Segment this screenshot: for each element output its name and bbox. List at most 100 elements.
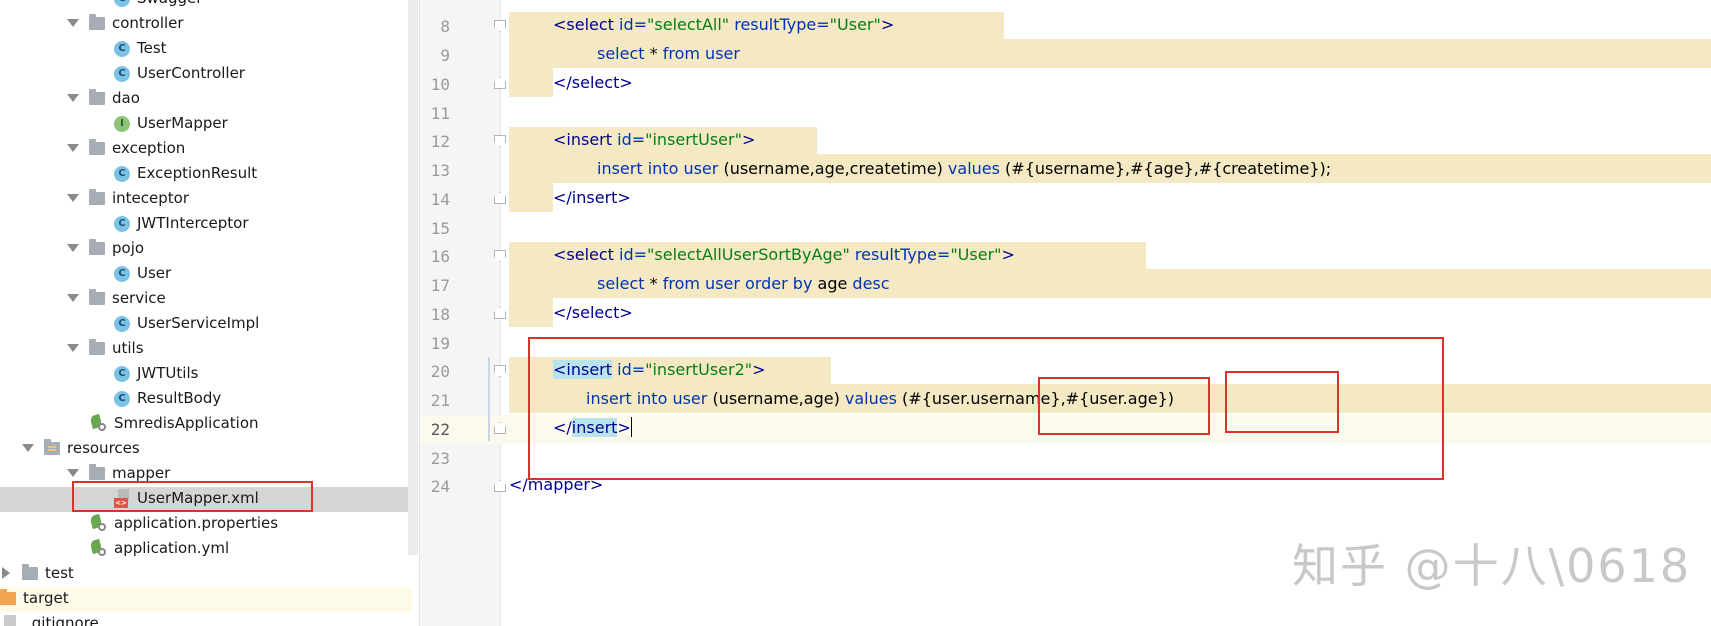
fold-open-icon[interactable] <box>494 365 506 377</box>
collapse-arrow-icon[interactable] <box>67 294 79 302</box>
code-line-17[interactable]: select * from user order by age desc <box>597 274 890 293</box>
tree-item[interactable]: inteceptor <box>0 187 412 212</box>
tree-item[interactable]: C Swagger <box>0 0 412 12</box>
tree-item[interactable]: utils <box>0 337 412 362</box>
tree-item-label: SmredisApplication <box>114 414 259 432</box>
tree-item[interactable]: pojo <box>0 237 412 262</box>
tree-item[interactable]: application.yml <box>0 537 412 562</box>
tree-item-label: test <box>45 564 74 582</box>
sql-keyword: desc <box>852 274 890 293</box>
tree-item[interactable]: C UserServiceImpl <box>0 312 412 337</box>
fold-close-icon[interactable] <box>494 192 506 204</box>
code-line-8[interactable]: <select id="selectAll" resultType="User"… <box>553 15 894 34</box>
code-line-16[interactable]: <select id="selectAllUserSortByAge" resu… <box>553 245 1015 264</box>
collapse-arrow-icon[interactable] <box>67 344 79 352</box>
class-icon: C <box>114 366 130 382</box>
fold-close-icon[interactable] <box>494 480 506 492</box>
code-line-9[interactable]: select * from user <box>597 44 740 63</box>
file-icon <box>4 615 16 626</box>
line-number: 18 <box>430 305 450 324</box>
tree-item[interactable]: dao <box>0 87 412 112</box>
resources-folder-icon <box>44 439 60 455</box>
fold-close-icon[interactable] <box>494 307 506 319</box>
package-folder-icon <box>89 339 105 355</box>
highlight-band <box>509 183 553 212</box>
collapse-arrow-icon[interactable] <box>67 469 79 477</box>
highlight-band <box>509 68 553 97</box>
spring-boot-class-icon <box>91 415 106 431</box>
line-number: 21 <box>430 391 450 410</box>
tree-item[interactable]: C JWTInterceptor <box>0 212 412 237</box>
sql-table: user <box>683 159 719 178</box>
class-icon: C <box>114 391 130 407</box>
fold-open-icon[interactable] <box>494 250 506 262</box>
tree-item[interactable]: service <box>0 287 412 312</box>
code-line-13[interactable]: insert into user (username,age,createtim… <box>597 159 1331 178</box>
collapse-arrow-icon[interactable] <box>67 244 79 252</box>
project-tree: C Swagger controller C Test C UserController da… <box>0 0 412 626</box>
tree-item[interactable]: C Test <box>0 37 412 62</box>
class-icon: C <box>114 216 130 232</box>
tree-item-label: User <box>137 264 172 282</box>
tree-item[interactable]: target <box>0 587 412 612</box>
tree-item-label: ResultBody <box>137 389 222 407</box>
sql-text: (#{username},#{age},#{createtime}); <box>999 159 1332 178</box>
xml-tag: > <box>741 130 756 149</box>
sql-table: user <box>705 274 740 293</box>
expand-arrow-icon[interactable] <box>2 567 10 579</box>
sql-text: * <box>644 274 663 293</box>
xml-tag: <select <box>553 245 614 264</box>
code-line-12[interactable]: <insert id="insertUser"> <box>553 130 755 149</box>
tree-item[interactable]: resources <box>0 437 412 462</box>
annotation-box-age <box>1225 371 1339 433</box>
tree-item-label: mapper <box>112 464 171 482</box>
class-icon: C <box>114 316 130 332</box>
xml-string: "insertUser" <box>645 130 742 149</box>
tree-item[interactable]: C UserController <box>0 62 412 87</box>
tree-item[interactable]: test <box>0 562 412 587</box>
code-line-10[interactable]: </select> <box>553 73 633 92</box>
sql-text: age <box>812 274 853 293</box>
line-number: 11 <box>430 104 450 123</box>
fold-close-icon[interactable] <box>494 422 506 434</box>
sql-keyword: values <box>947 159 1000 178</box>
xml-tag: <insert <box>553 130 613 149</box>
sql-text: (username,age,createtime) <box>718 159 948 178</box>
xml-string: "selectAll" <box>647 15 730 34</box>
tree-item[interactable]: application.properties <box>0 512 412 537</box>
tree-item-label: Swagger <box>137 0 202 7</box>
collapse-arrow-icon[interactable] <box>67 144 79 152</box>
collapse-arrow-icon[interactable] <box>67 19 79 27</box>
tree-item[interactable]: C ResultBody <box>0 387 412 412</box>
xml-attr: id= <box>613 15 648 34</box>
line-number: 13 <box>430 161 450 180</box>
package-folder-icon <box>89 139 105 155</box>
tree-item[interactable]: C ExceptionResult <box>0 162 412 187</box>
line-number: 10 <box>430 75 450 94</box>
fold-open-icon[interactable] <box>494 20 506 32</box>
fold-close-icon[interactable] <box>494 77 506 89</box>
tree-item[interactable]: exception <box>0 137 412 162</box>
folder-icon <box>22 564 38 580</box>
tree-item[interactable]: controller <box>0 12 412 37</box>
tree-item[interactable]: .gitignore <box>0 612 412 626</box>
tree-item[interactable]: SmredisApplication <box>0 412 412 437</box>
tree-item-label: Test <box>137 39 167 57</box>
xml-tag: </insert> <box>553 188 631 207</box>
tree-item-label: ExceptionResult <box>137 164 258 182</box>
tree-scrollbar[interactable] <box>408 0 418 555</box>
tree-item[interactable]: C JWTUtils <box>0 362 412 387</box>
fold-open-icon[interactable] <box>494 135 506 147</box>
collapse-arrow-icon[interactable] <box>67 194 79 202</box>
collapse-arrow-icon[interactable] <box>22 444 34 452</box>
code-line-14[interactable]: </insert> <box>553 188 631 207</box>
tree-item[interactable]: C User <box>0 262 412 287</box>
code-line-18[interactable]: </select> <box>553 303 633 322</box>
collapse-arrow-icon[interactable] <box>67 94 79 102</box>
watermark: 知乎 @十八\0618 <box>1292 539 1692 593</box>
xml-tag: > <box>1001 245 1015 264</box>
line-number: 8 <box>440 17 450 36</box>
tree-item[interactable]: I UserMapper <box>0 112 412 137</box>
spring-config-icon <box>91 540 106 556</box>
package-folder-icon <box>89 289 105 305</box>
